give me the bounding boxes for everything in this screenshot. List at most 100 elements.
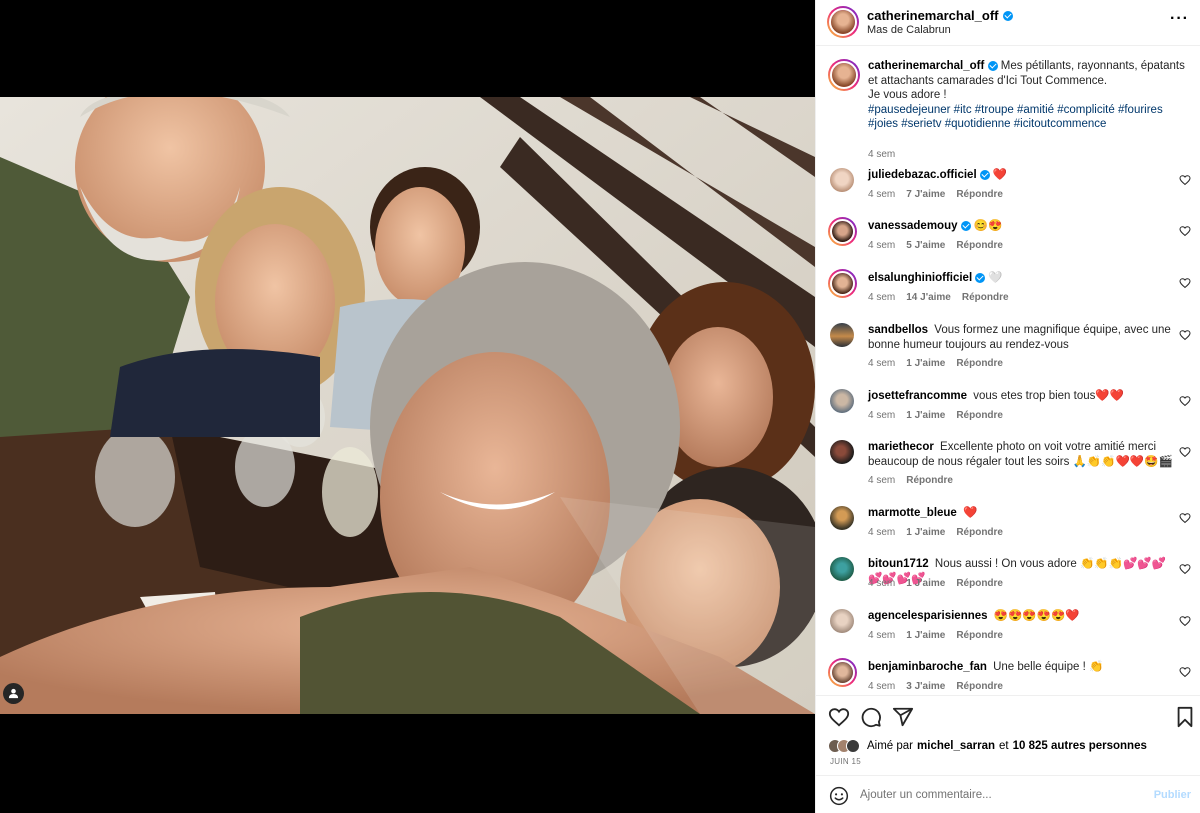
commenter-avatar[interactable] bbox=[828, 658, 857, 687]
comment-text: marmotte_bleue ❤️ bbox=[868, 506, 1173, 521]
comments-list[interactable]: catherinemarchal_off Mes pétillants, ray… bbox=[816, 47, 1200, 695]
like-comment-heart-icon[interactable] bbox=[1179, 512, 1191, 524]
comment-meta: 4 sem 5 J'aime Répondre bbox=[868, 240, 1003, 251]
author-username[interactable]: catherinemarchal_off bbox=[867, 8, 999, 23]
commenter-username[interactable]: mariethecor bbox=[868, 441, 934, 453]
likes-summary[interactable]: Aimé par michel_sarran et 10 825 autres … bbox=[828, 739, 1147, 753]
commenter-avatar[interactable] bbox=[830, 168, 854, 192]
commenter-username[interactable]: josettefrancomme bbox=[868, 390, 967, 402]
commenter-username[interactable]: juliedebazac.officiel bbox=[868, 169, 977, 181]
reply-button[interactable]: Répondre bbox=[956, 189, 1003, 200]
commenter-username[interactable]: marmotte_bleue bbox=[868, 507, 957, 519]
commenter-username[interactable]: bitoun1712 bbox=[868, 558, 929, 570]
publish-button[interactable]: Publier bbox=[1154, 789, 1191, 801]
comment-time[interactable]: 4 sem bbox=[868, 681, 895, 692]
reply-button[interactable]: Répondre bbox=[962, 292, 1009, 303]
verified-icon bbox=[960, 220, 971, 231]
comment-time[interactable]: 4 sem bbox=[868, 578, 895, 589]
comment-time[interactable]: 4 sem bbox=[868, 410, 895, 421]
comment-likes[interactable]: 1 J'aime bbox=[906, 358, 945, 369]
caption-time[interactable]: 4 sem bbox=[868, 149, 895, 160]
caption-hashtags[interactable]: #pausedejeuner #itc #troupe #amitié #com… bbox=[868, 104, 1163, 131]
comment-body: 😍😍😍😍😍❤️ bbox=[993, 610, 1080, 622]
like-comment-heart-icon[interactable] bbox=[1179, 225, 1191, 237]
caption-body-2: Je vous adore ! bbox=[868, 89, 947, 101]
comment-likes[interactable]: 1 J'aime bbox=[906, 578, 945, 589]
author-username-row[interactable]: catherinemarchal_off bbox=[867, 8, 1013, 23]
comment-likes[interactable]: 7 J'aime bbox=[906, 189, 945, 200]
verified-icon bbox=[1002, 10, 1013, 21]
like-comment-heart-icon[interactable] bbox=[1179, 563, 1191, 575]
comment-likes[interactable]: 5 J'aime bbox=[906, 240, 945, 251]
comment-time[interactable]: 4 sem bbox=[868, 189, 895, 200]
reply-button[interactable]: Répondre bbox=[956, 240, 1003, 251]
comment-text: juliedebazac.officiel ❤️ bbox=[868, 168, 1173, 183]
comment-icon[interactable] bbox=[860, 706, 882, 728]
commenter-username[interactable]: vanessademouy bbox=[868, 220, 958, 232]
commenter-avatar[interactable] bbox=[828, 269, 857, 298]
comment-likes[interactable]: 14 J'aime bbox=[906, 292, 951, 303]
post-location[interactable]: Mas de Calabrun bbox=[867, 24, 951, 36]
reply-button[interactable]: Répondre bbox=[956, 578, 1003, 589]
comment-meta: 4 sem 1 J'aime Répondre bbox=[868, 630, 1003, 641]
like-comment-heart-icon[interactable] bbox=[1179, 329, 1191, 341]
commenter-avatar[interactable] bbox=[830, 609, 854, 633]
commenter-username[interactable]: benjaminbaroche_fan bbox=[868, 661, 987, 673]
reply-button[interactable]: Répondre bbox=[956, 630, 1003, 641]
comment-likes[interactable]: 1 J'aime bbox=[906, 630, 945, 641]
commenter-avatar[interactable] bbox=[830, 557, 854, 581]
post-photo[interactable] bbox=[0, 97, 815, 714]
comment-text: vanessademouy 😊😍 bbox=[868, 219, 1173, 234]
comment-time[interactable]: 4 sem bbox=[868, 292, 895, 303]
comment-item: agencelesparisiennes 😍😍😍😍😍❤️ 4 sem 1 J'a… bbox=[828, 609, 1193, 653]
comment-text: mariethecor Excellente photo on voit vot… bbox=[868, 440, 1173, 469]
like-comment-heart-icon[interactable] bbox=[1179, 666, 1191, 678]
like-comment-heart-icon[interactable] bbox=[1179, 446, 1191, 458]
comment-input[interactable] bbox=[860, 785, 1140, 805]
reply-button[interactable]: Répondre bbox=[956, 358, 1003, 369]
comment-meta: 4 sem 7 J'aime Répondre bbox=[868, 189, 1003, 200]
commenter-avatar[interactable] bbox=[830, 506, 854, 530]
commenter-avatar[interactable] bbox=[828, 217, 857, 246]
reply-button[interactable]: Répondre bbox=[956, 527, 1003, 538]
comment-likes[interactable]: 3 J'aime bbox=[906, 681, 945, 692]
more-options-icon[interactable]: ··· bbox=[1170, 10, 1189, 28]
caption-username[interactable]: catherinemarchal_off bbox=[868, 60, 984, 72]
commenter-username[interactable]: sandbellos bbox=[868, 324, 928, 336]
comment-item: sandbellos Vous formez une magnifique éq… bbox=[828, 323, 1193, 369]
comment-time[interactable]: 4 sem bbox=[868, 527, 895, 538]
emoji-icon[interactable] bbox=[829, 786, 849, 806]
like-comment-heart-icon[interactable] bbox=[1179, 395, 1191, 407]
like-comment-heart-icon[interactable] bbox=[1179, 174, 1191, 186]
commenter-avatar[interactable] bbox=[830, 323, 854, 347]
liker-username[interactable]: michel_sarran bbox=[917, 740, 995, 752]
reply-button[interactable]: Répondre bbox=[956, 410, 1003, 421]
comment-time[interactable]: 4 sem bbox=[868, 475, 895, 486]
post-date[interactable]: JUIN 15 bbox=[830, 757, 861, 766]
bookmark-icon[interactable] bbox=[1174, 706, 1196, 728]
author-avatar[interactable] bbox=[827, 6, 859, 38]
comment-meta: 4 sem 1 J'aime Répondre bbox=[868, 358, 1003, 369]
comment-body: 🤍 bbox=[988, 272, 1003, 284]
post-sidebar: catherinemarchal_off Mas de Calabrun ···… bbox=[815, 0, 1200, 813]
comment-time[interactable]: 4 sem bbox=[868, 240, 895, 251]
likes-count[interactable]: 10 825 autres personnes bbox=[1013, 740, 1147, 752]
send-icon[interactable] bbox=[892, 706, 914, 728]
reply-button[interactable]: Répondre bbox=[956, 681, 1003, 692]
heart-icon[interactable] bbox=[828, 706, 850, 728]
commenter-username[interactable]: elsalunghiniofficiel bbox=[868, 272, 972, 284]
comment-time[interactable]: 4 sem bbox=[868, 630, 895, 641]
tagged-people-button[interactable] bbox=[3, 683, 24, 704]
post-media bbox=[0, 0, 815, 813]
reply-button[interactable]: Répondre bbox=[906, 475, 953, 486]
verified-icon bbox=[975, 272, 986, 283]
caption-avatar[interactable] bbox=[828, 59, 860, 91]
commenter-avatar[interactable] bbox=[830, 389, 854, 413]
comment-likes[interactable]: 1 J'aime bbox=[906, 410, 945, 421]
like-comment-heart-icon[interactable] bbox=[1179, 615, 1191, 627]
commenter-avatar[interactable] bbox=[830, 440, 854, 464]
like-comment-heart-icon[interactable] bbox=[1179, 277, 1191, 289]
comment-likes[interactable]: 1 J'aime bbox=[906, 527, 945, 538]
comment-time[interactable]: 4 sem bbox=[868, 358, 895, 369]
commenter-username[interactable]: agencelesparisiennes bbox=[868, 610, 988, 622]
